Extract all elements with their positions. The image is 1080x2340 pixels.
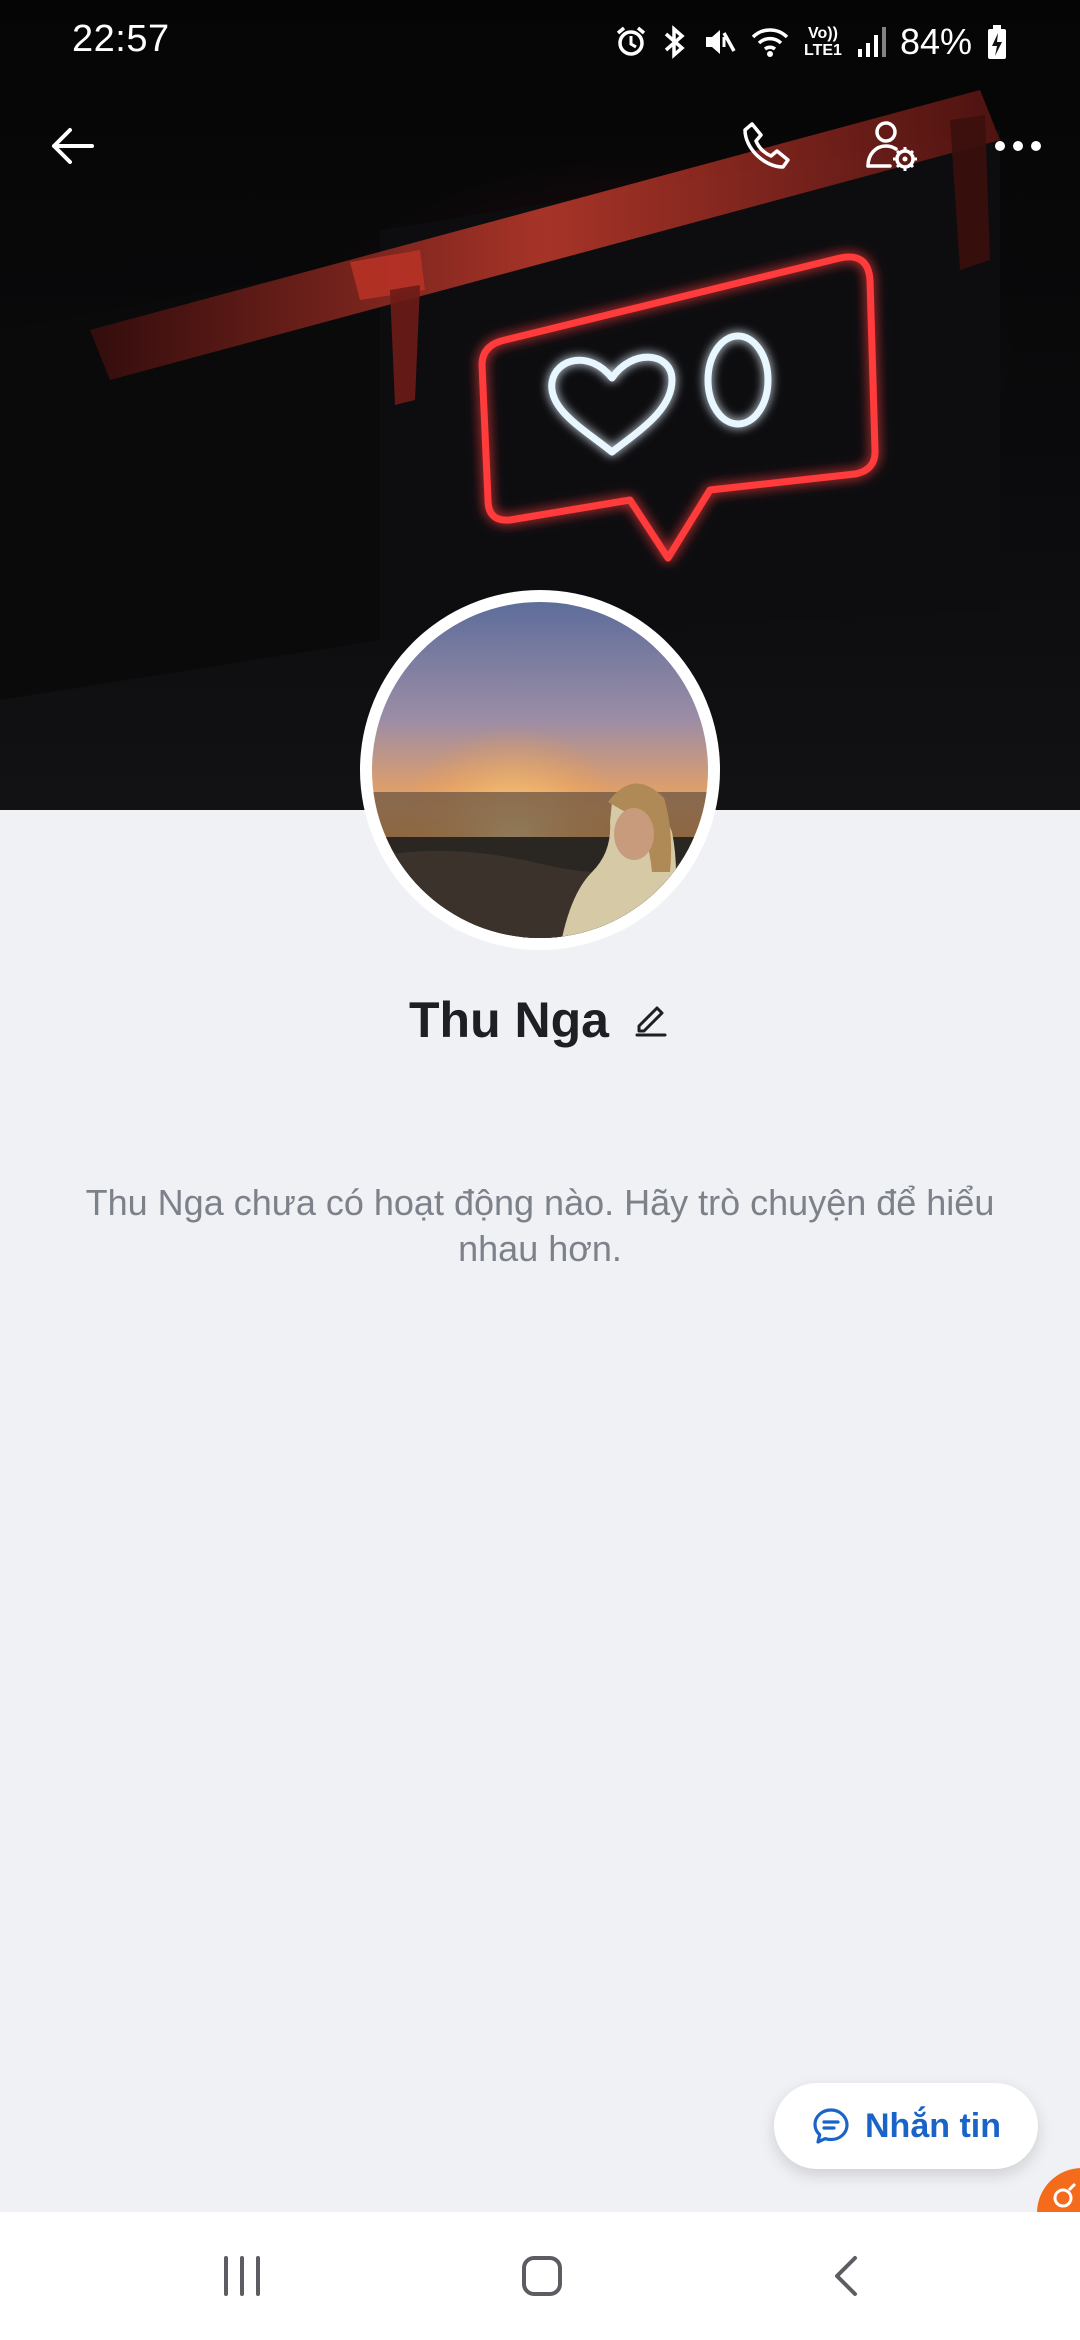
message-button-label: Nhắn tin [865, 2106, 1001, 2145]
chat-bubble-icon [813, 2108, 849, 2144]
battery-level: 84% [899, 21, 972, 62]
profile-name-row: Thu Nga [0, 985, 1080, 1055]
back-button[interactable] [36, 110, 108, 182]
chevron-left-icon [835, 2256, 857, 2296]
phone-icon [743, 122, 790, 169]
edit-name-button[interactable] [631, 998, 671, 1043]
user-settings-icon [866, 121, 917, 171]
wifi-icon [750, 25, 790, 59]
pencil-icon [635, 1006, 667, 1036]
mute-icon [702, 25, 736, 59]
recents-icon [224, 2256, 260, 2296]
avatar[interactable] [360, 590, 720, 950]
avatar-photo [372, 602, 708, 938]
system-navigation-bar [0, 2212, 1080, 2340]
lte-label: LTE1 [804, 42, 842, 59]
status-icons: Vo)) LTE1 84% [614, 20, 1008, 64]
volte-label: Vo)) [808, 25, 838, 42]
home-button[interactable] [472, 2212, 612, 2340]
empty-activity-message: Thu Nga chưa có hoạt động nào. Hãy trò c… [85, 1182, 995, 1269]
alarm-icon [614, 25, 648, 59]
bluetooth-icon [662, 24, 688, 60]
status-time: 22:57 [72, 18, 170, 60]
arrow-left-icon [52, 128, 94, 164]
home-icon [522, 2256, 562, 2296]
system-back-button[interactable] [776, 2212, 916, 2340]
status-bar: 22:57 Vo)) LTE1 84% [0, 0, 1080, 84]
recents-button[interactable] [172, 2212, 312, 2340]
more-dots-icon [995, 141, 1041, 151]
profile-settings-button[interactable] [856, 110, 928, 182]
signal-icon [856, 25, 886, 59]
more-options-button[interactable] [982, 110, 1054, 182]
floating-bubble-icon [1053, 2182, 1077, 2208]
message-button[interactable]: Nhắn tin [774, 2083, 1038, 2169]
volte-lte1-icon: Vo)) LTE1 [804, 25, 842, 59]
profile-name: Thu Nga [409, 992, 609, 1048]
call-button[interactable] [730, 110, 802, 182]
battery-charging-icon [986, 24, 1008, 60]
